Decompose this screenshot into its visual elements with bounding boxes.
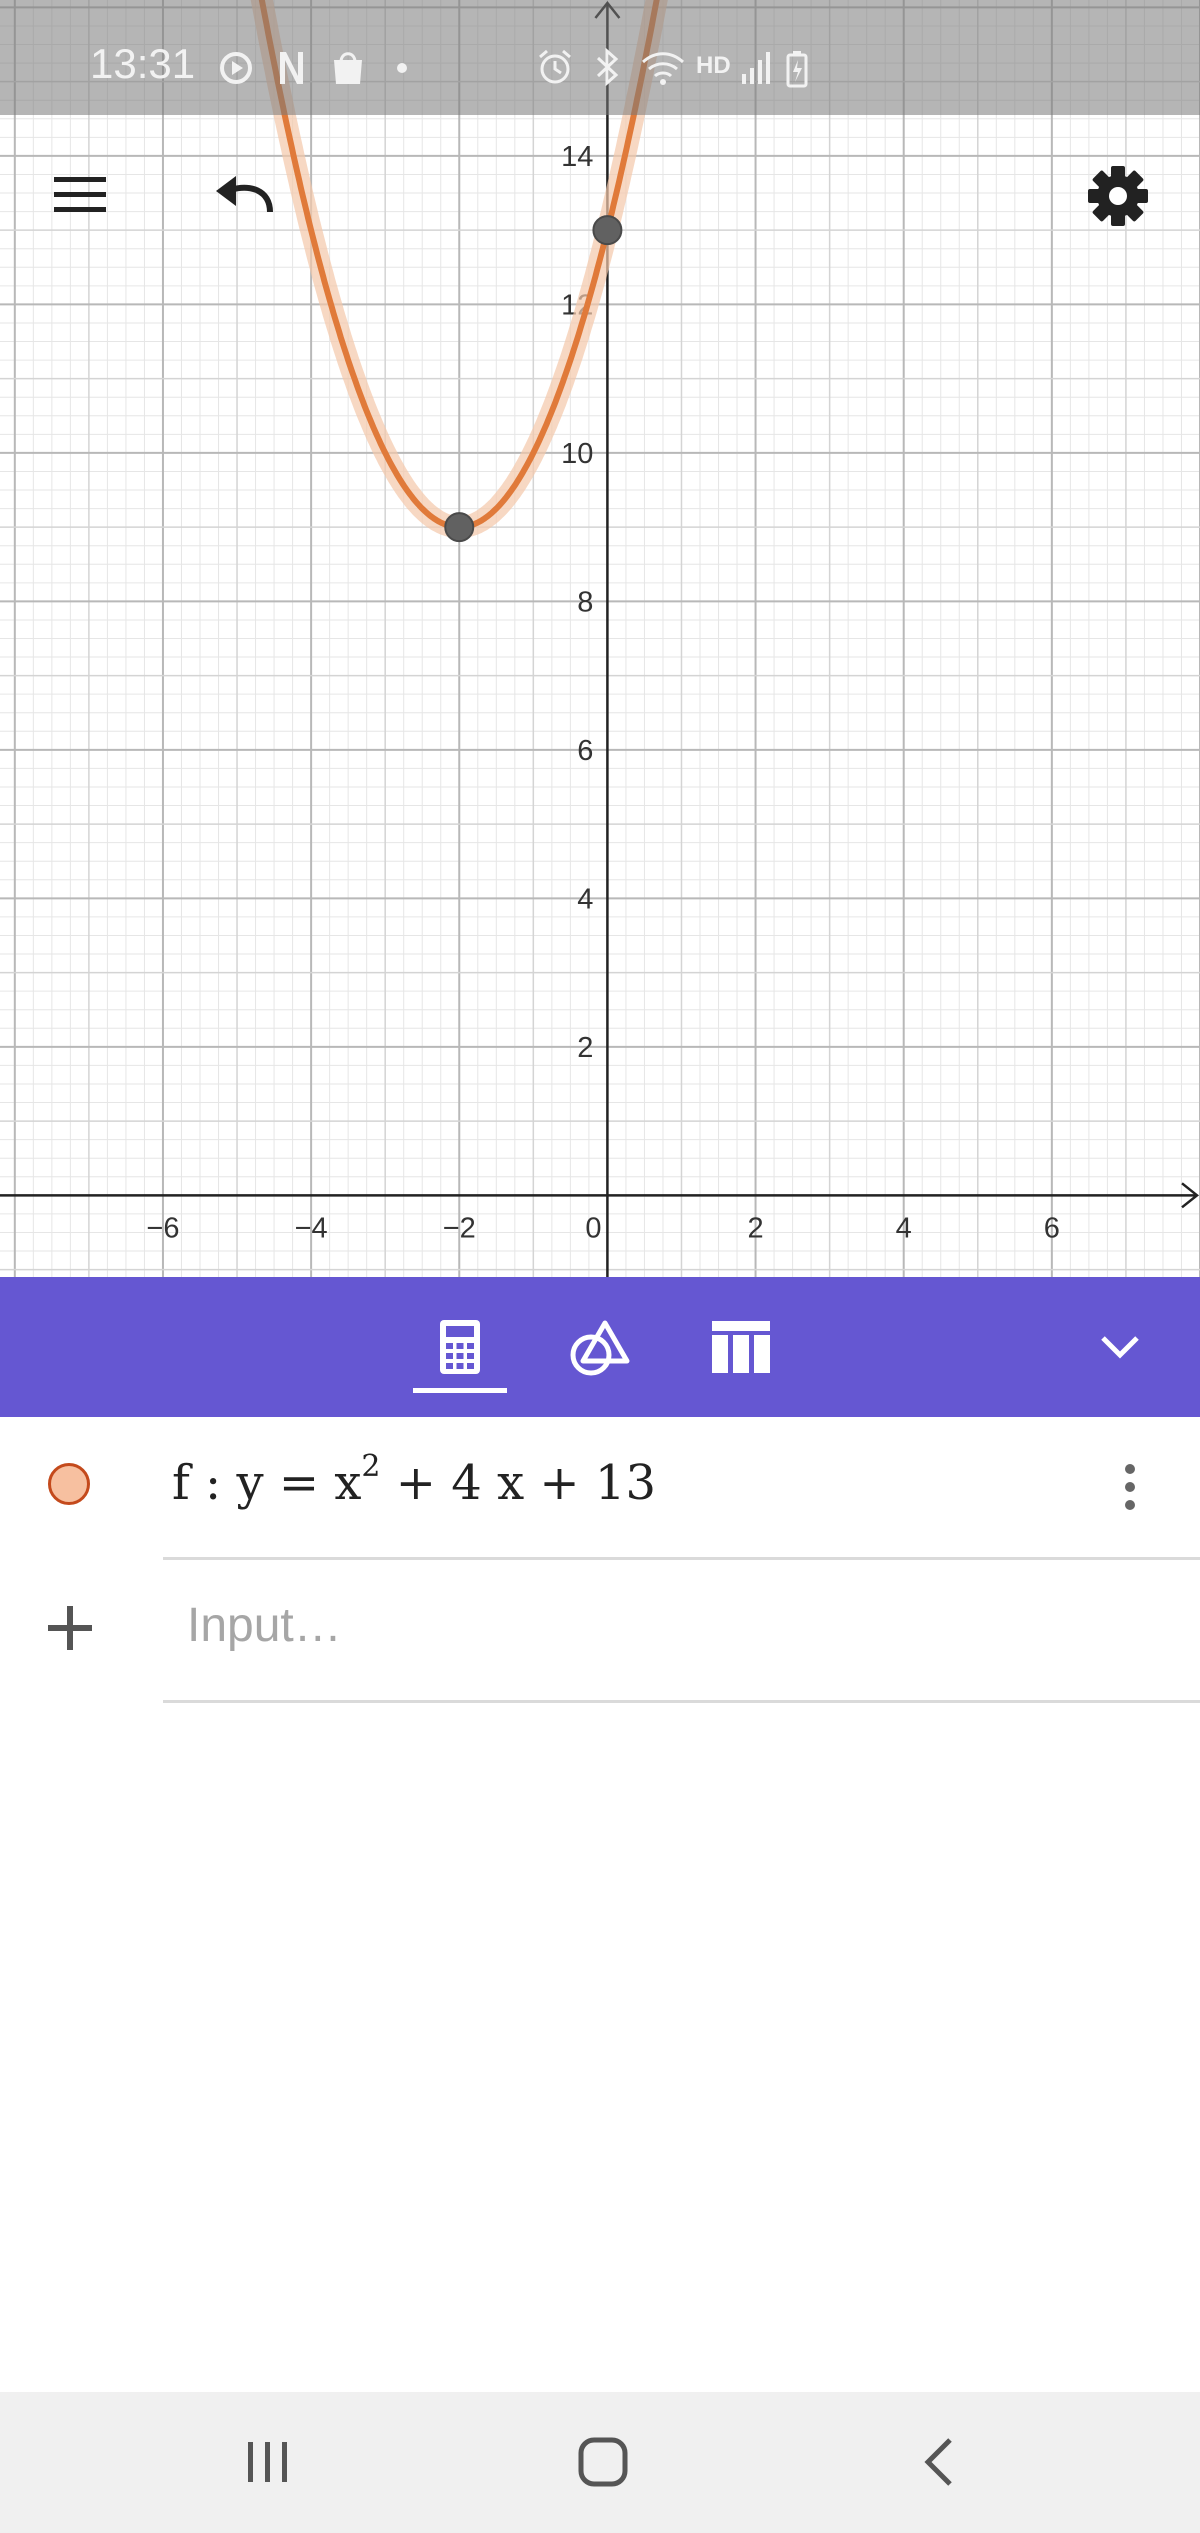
more-options-button[interactable] [1100, 1457, 1160, 1517]
coefficient: 4 [451, 1455, 482, 1511]
y-tick-label: 10 [561, 438, 593, 470]
shapes-icon [570, 1320, 630, 1376]
function-lhs: y [236, 1455, 264, 1511]
battery-charging-icon [786, 51, 808, 88]
plus-icon[interactable] [40, 1598, 100, 1658]
dot-icon [397, 63, 407, 73]
x-tick-label: −2 [443, 1212, 476, 1244]
x-tick-label: −4 [295, 1212, 328, 1244]
exponent: 2 [361, 1449, 381, 1484]
collapse-button[interactable] [1065, 1277, 1175, 1417]
netflix-n-icon [280, 52, 303, 84]
menu-button[interactable] [40, 160, 120, 230]
x-tick-label: 2 [747, 1212, 763, 1244]
undo-button[interactable] [205, 160, 285, 230]
home-button[interactable] [553, 2422, 653, 2502]
x-tick-label: 4 [896, 1212, 912, 1244]
tab-algebra[interactable] [405, 1277, 515, 1417]
x-tick-label: 6 [1044, 1212, 1060, 1244]
visibility-toggle-dot[interactable] [48, 1463, 90, 1505]
tab-tools[interactable] [545, 1277, 655, 1417]
status-bar: 13:31 HD [0, 0, 1200, 115]
term-x-linear: x [497, 1455, 525, 1511]
view-tab-bar [0, 1277, 1200, 1417]
y-tick-label: 4 [577, 883, 593, 915]
point-y-intercept [592, 215, 623, 246]
algebra-input[interactable] [163, 1575, 1200, 1675]
x-tick-label: 0 [585, 1212, 601, 1244]
undo-icon [216, 176, 273, 213]
function-formula[interactable]: f : y = x2 + 4 x + 13 [172, 1449, 656, 1511]
calculator-icon [440, 1320, 480, 1374]
status-time: 13:31 [90, 40, 196, 87]
term-x: x [334, 1455, 362, 1511]
constant-term: 13 [594, 1455, 656, 1511]
wifi-icon [641, 52, 685, 85]
recents-button[interactable] [218, 2422, 318, 2502]
graphics-view[interactable]: −6 −4 −2 0 2 4 6 2 4 6 8 10 12 14 [0, 0, 1200, 1277]
back-button[interactable] [888, 2422, 988, 2502]
home-icon [578, 2437, 628, 2487]
row-divider [163, 1557, 1200, 1560]
alarm-icon [539, 49, 571, 84]
tab-table[interactable] [686, 1277, 796, 1417]
graph-canvas[interactable]: −6 −4 −2 0 2 4 62468101214 [0, 0, 1200, 1277]
media-play-icon [220, 52, 252, 84]
table-icon [712, 1321, 770, 1373]
signal-icon [742, 52, 770, 84]
point-vertex [444, 512, 475, 543]
recents-icon [248, 2442, 287, 2482]
more-vertical-icon [1125, 1464, 1135, 1474]
hd-voice-icon: HD [696, 52, 731, 79]
input-underline [163, 1700, 1200, 1703]
back-icon [924, 2438, 952, 2486]
bluetooth-icon [596, 48, 619, 86]
hamburger-menu-icon [54, 177, 106, 212]
y-tick-label: 2 [577, 1032, 593, 1064]
function-name: f [172, 1455, 190, 1511]
chevron-down-icon [1101, 1336, 1139, 1359]
gear-icon [1088, 166, 1148, 226]
settings-button[interactable] [1078, 158, 1158, 234]
y-tick-label: 8 [577, 586, 593, 618]
x-tick-label: −6 [146, 1212, 179, 1244]
y-tick-label: 6 [577, 735, 593, 767]
active-tab-indicator [413, 1388, 507, 1393]
y-tick-label: 14 [561, 141, 593, 173]
algebra-view [0, 1417, 1200, 2392]
shopping-bag-icon [334, 52, 362, 84]
